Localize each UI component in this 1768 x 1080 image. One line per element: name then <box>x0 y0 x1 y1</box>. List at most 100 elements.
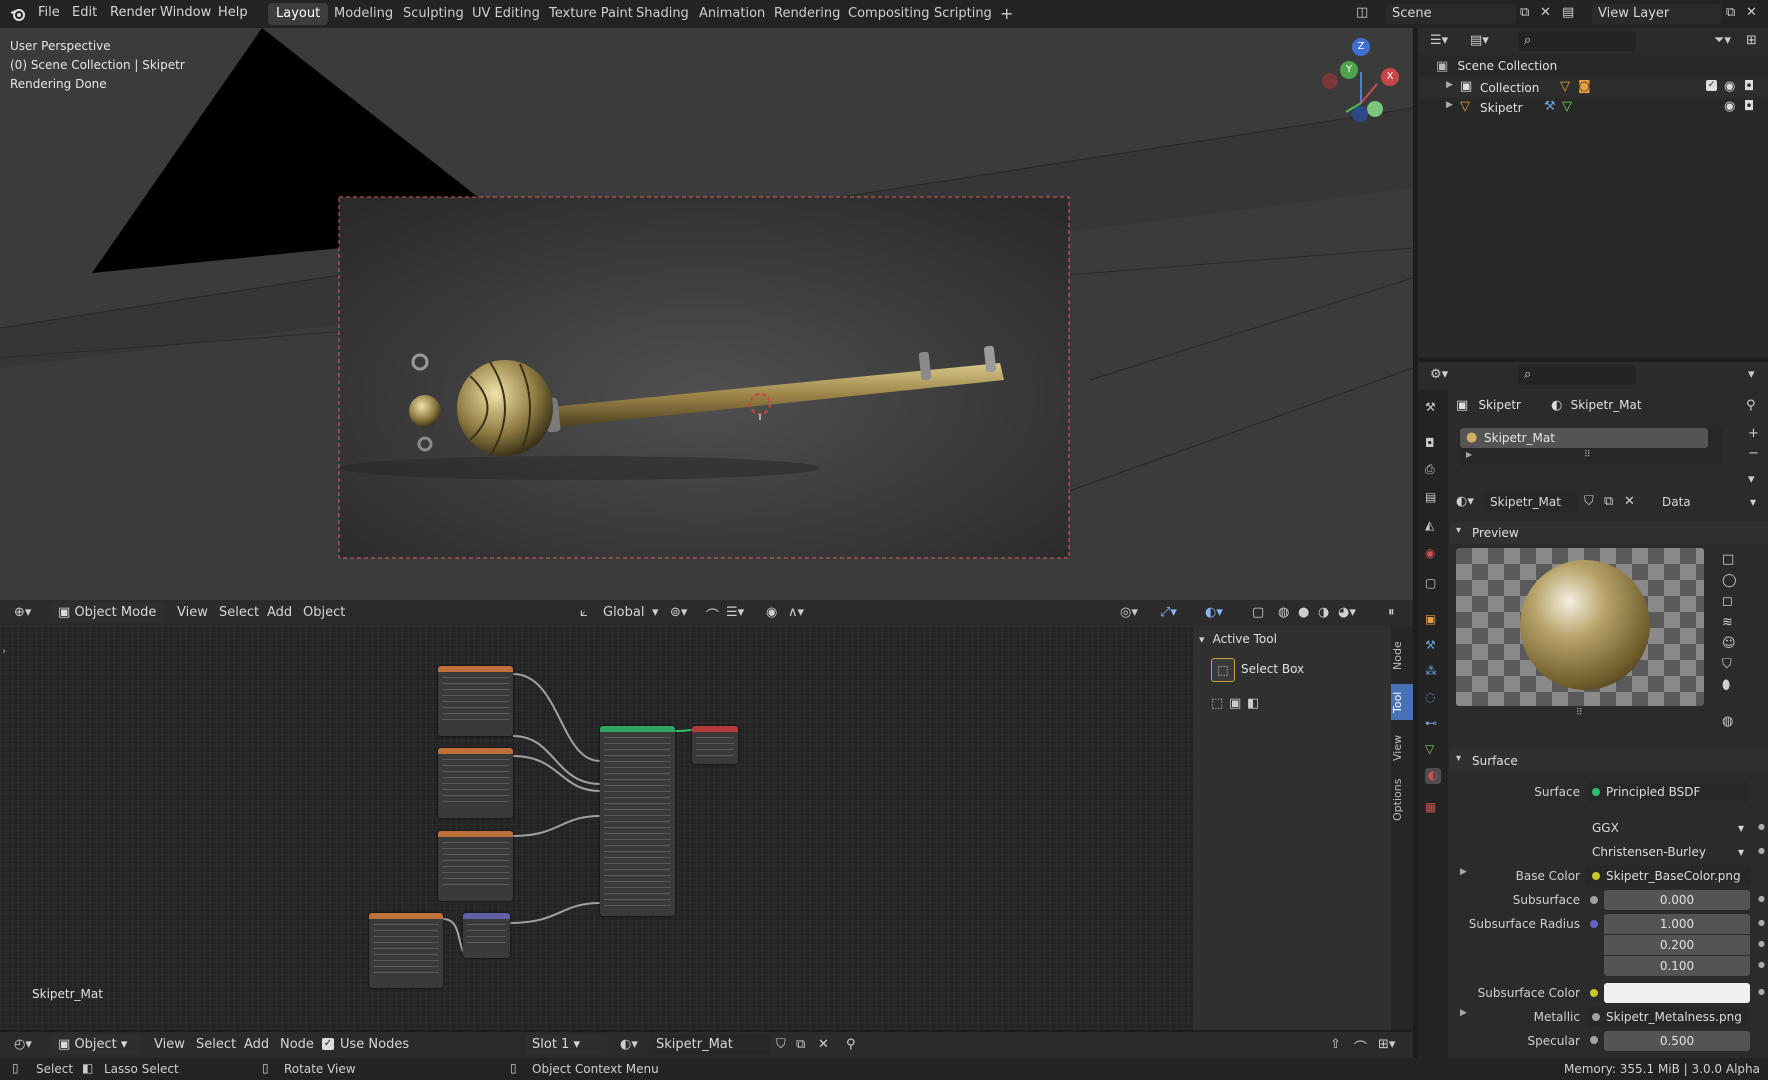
transform-orientation-icon[interactable]: ⟀ <box>580 605 588 620</box>
specular-value-field[interactable]: 0.500 <box>1604 1031 1750 1051</box>
subsurface-radius-z[interactable]: 0.100 <box>1604 956 1750 976</box>
tab-layout[interactable]: Layout <box>268 3 329 25</box>
node-image-texture-roughness[interactable] <box>438 831 513 901</box>
chevron-down-icon[interactable]: ▾ <box>652 605 659 620</box>
tab-node[interactable]: Node <box>1391 636 1413 676</box>
menu-edit[interactable]: Edit <box>72 5 97 20</box>
exclude-checkbox[interactable]: ✓ <box>1706 80 1717 91</box>
gizmo-y-axis[interactable]: Y <box>1340 61 1358 79</box>
select-box-tool-icon[interactable]: ⬚ <box>1211 658 1235 682</box>
gizmo-neg-y[interactable] <box>1367 101 1383 117</box>
keyframe-dot-icon[interactable]: ● <box>1758 894 1765 903</box>
add-slot-icon[interactable]: + <box>1748 426 1759 441</box>
menu-view[interactable]: View <box>177 605 208 620</box>
gizmo-x-axis[interactable]: X <box>1381 68 1399 86</box>
proportional-edit-icon[interactable]: ◉ <box>766 605 777 620</box>
eye-icon[interactable]: ◉ <box>1724 79 1735 94</box>
mesh-data-tab-icon[interactable]: ▽ <box>1425 742 1441 758</box>
subsurface-color-swatch[interactable] <box>1604 983 1750 1003</box>
material-slot-item[interactable]: ● Skipetr_Mat <box>1460 428 1708 448</box>
node-material-output[interactable] <box>692 726 738 764</box>
display-mode-icon[interactable]: ▤▾ <box>1470 33 1489 48</box>
gizmo-z-axis[interactable]: Z <box>1352 38 1370 56</box>
preview-monkey-icon[interactable]: ☺ <box>1722 636 1736 651</box>
scene-field[interactable]: Scene <box>1386 4 1516 24</box>
pivot-icon[interactable]: ⊚▾ <box>670 605 687 620</box>
disclosure-triangle-icon[interactable]: ▶ <box>1460 867 1467 877</box>
new-scene-icon[interactable]: ⧉ <box>1520 5 1529 20</box>
subsurface-value-field[interactable]: 0.000 <box>1604 890 1750 910</box>
physics-tab-icon[interactable]: ◌ <box>1425 690 1441 706</box>
menu-render[interactable]: Render <box>110 5 156 20</box>
scene-tab-icon[interactable]: ◭ <box>1425 518 1441 534</box>
node-image-texture-metalness[interactable] <box>438 748 513 818</box>
node-editor[interactable]: Skipetr_Mat › <box>0 626 1193 1030</box>
material-datablock-field[interactable]: Skipetr_Mat <box>1484 492 1578 512</box>
preview-sphere-icon[interactable]: ◯ <box>1722 573 1737 588</box>
duplicate-icon[interactable]: ⧉ <box>1604 494 1613 509</box>
tab-modeling[interactable]: Modeling <box>326 3 401 25</box>
preview-fluid-icon[interactable]: ⬮ <box>1722 678 1730 693</box>
tab-uv-editing[interactable]: UV Editing <box>464 3 548 25</box>
editor-type-icon[interactable]: ⊕▾ <box>14 605 31 620</box>
fake-user-icon[interactable]: ⛉ <box>776 1037 786 1052</box>
gizmo-toggle-icon[interactable]: ⤢▾ <box>1160 605 1177 620</box>
disclosure-triangle-icon[interactable]: ▶ <box>1446 100 1453 110</box>
outliner-scene-collection[interactable]: ▣ Scene Collection <box>1436 59 1557 77</box>
world-preview-icon[interactable]: ◍ <box>1722 714 1733 729</box>
tab-compositing[interactable]: Compositing <box>840 3 938 25</box>
material-browse-icon[interactable]: ◐▾ <box>1456 494 1474 509</box>
material-name-field[interactable]: Skipetr_Mat <box>650 1035 770 1055</box>
surface-panel-header[interactable]: ▾ Surface <box>1450 750 1768 772</box>
snap-icon[interactable]: ⌒ <box>706 605 719 624</box>
render-camera-icon[interactable]: ◘ <box>1744 79 1754 94</box>
node-normal-map[interactable] <box>463 913 510 958</box>
subsurface-radius-x[interactable]: 1.000 <box>1604 914 1750 934</box>
use-nodes-checkbox[interactable]: ✓ <box>322 1038 334 1050</box>
add-workspace-button[interactable]: + <box>992 3 1021 25</box>
view-layer-field[interactable]: View Layer <box>1592 4 1722 24</box>
menu-add[interactable]: Add <box>244 1037 269 1052</box>
view-layer-tab-icon[interactable]: ▤ <box>1425 490 1441 506</box>
transform-orientation[interactable]: Global <box>603 605 644 620</box>
remove-slot-icon[interactable]: − <box>1748 446 1759 461</box>
close-icon[interactable]: ✕ <box>1746 5 1757 20</box>
select-mode-extend-icon[interactable]: ▣ <box>1229 696 1241 711</box>
menu-view[interactable]: View <box>154 1037 185 1052</box>
base-color-field[interactable]: Skipetr_BaseColor.png <box>1586 866 1750 886</box>
material-shading-icon[interactable]: ◑ <box>1318 605 1329 620</box>
snap-element-icon[interactable]: ⊞▾ <box>1378 1037 1395 1052</box>
overlay-toggle-icon[interactable]: ◐▾ <box>1205 605 1223 620</box>
outliner-row-collection[interactable]: ▶ ▣ Collection ▽ ◙ ✓ ◉ ◘ <box>1418 78 1768 98</box>
tool-tab-icon[interactable]: ⚒ <box>1425 400 1441 416</box>
distribution-dropdown[interactable]: GGX ▾ <box>1586 818 1750 838</box>
output-tab-icon[interactable]: ⎙ <box>1425 462 1441 478</box>
menu-object[interactable]: Object <box>303 605 345 620</box>
blender-logo-icon[interactable] <box>10 6 26 22</box>
scene-browse-icon[interactable]: ◫ <box>1356 5 1368 20</box>
disclosure-triangle-icon[interactable]: ▶ <box>1466 450 1472 459</box>
filter-icon[interactable]: ⏷▾ <box>1714 33 1731 48</box>
node-image-texture-basecolor[interactable] <box>438 666 513 736</box>
metallic-field[interactable]: Skipetr_Metalness.png <box>1586 1007 1750 1027</box>
duplicate-icon[interactable]: ⧉ <box>796 1037 805 1052</box>
gizmo-neg-x[interactable] <box>1322 73 1338 89</box>
visibility-icon[interactable]: ◎▾ <box>1120 605 1138 620</box>
outliner-row-skipetr[interactable]: ▶ ▽ Skipetr ⚒ ▽ ◉ ◘ <box>1418 98 1768 118</box>
subsurface-method-dropdown[interactable]: Christensen-Burley ▾ <box>1586 842 1750 862</box>
chevron-right-icon[interactable]: › <box>2 646 6 657</box>
preview-panel-header[interactable]: ▾ Preview <box>1450 522 1768 544</box>
menu-select[interactable]: Select <box>219 605 259 620</box>
gizmo-neg-z[interactable] <box>1352 106 1368 122</box>
active-tool-header[interactable]: ▾ Active Tool <box>1199 632 1379 652</box>
disclosure-triangle-icon[interactable]: ▶ <box>1460 1008 1467 1018</box>
pin-icon[interactable]: ⚲ <box>1746 398 1756 413</box>
collection-tab-icon[interactable]: ▢ <box>1425 576 1441 592</box>
solid-shading-icon[interactable]: ● <box>1298 605 1309 620</box>
xray-icon[interactable]: ▢ <box>1252 605 1264 620</box>
parent-node-icon[interactable]: ⇧ <box>1330 1037 1341 1052</box>
link-data-dropdown[interactable]: Data ▾ <box>1656 492 1762 512</box>
chevron-down-icon[interactable]: ▾ <box>1748 367 1755 382</box>
modifier-tab-icon[interactable]: ⚒ <box>1425 638 1441 654</box>
tab-sculpting[interactable]: Sculpting <box>395 3 472 25</box>
